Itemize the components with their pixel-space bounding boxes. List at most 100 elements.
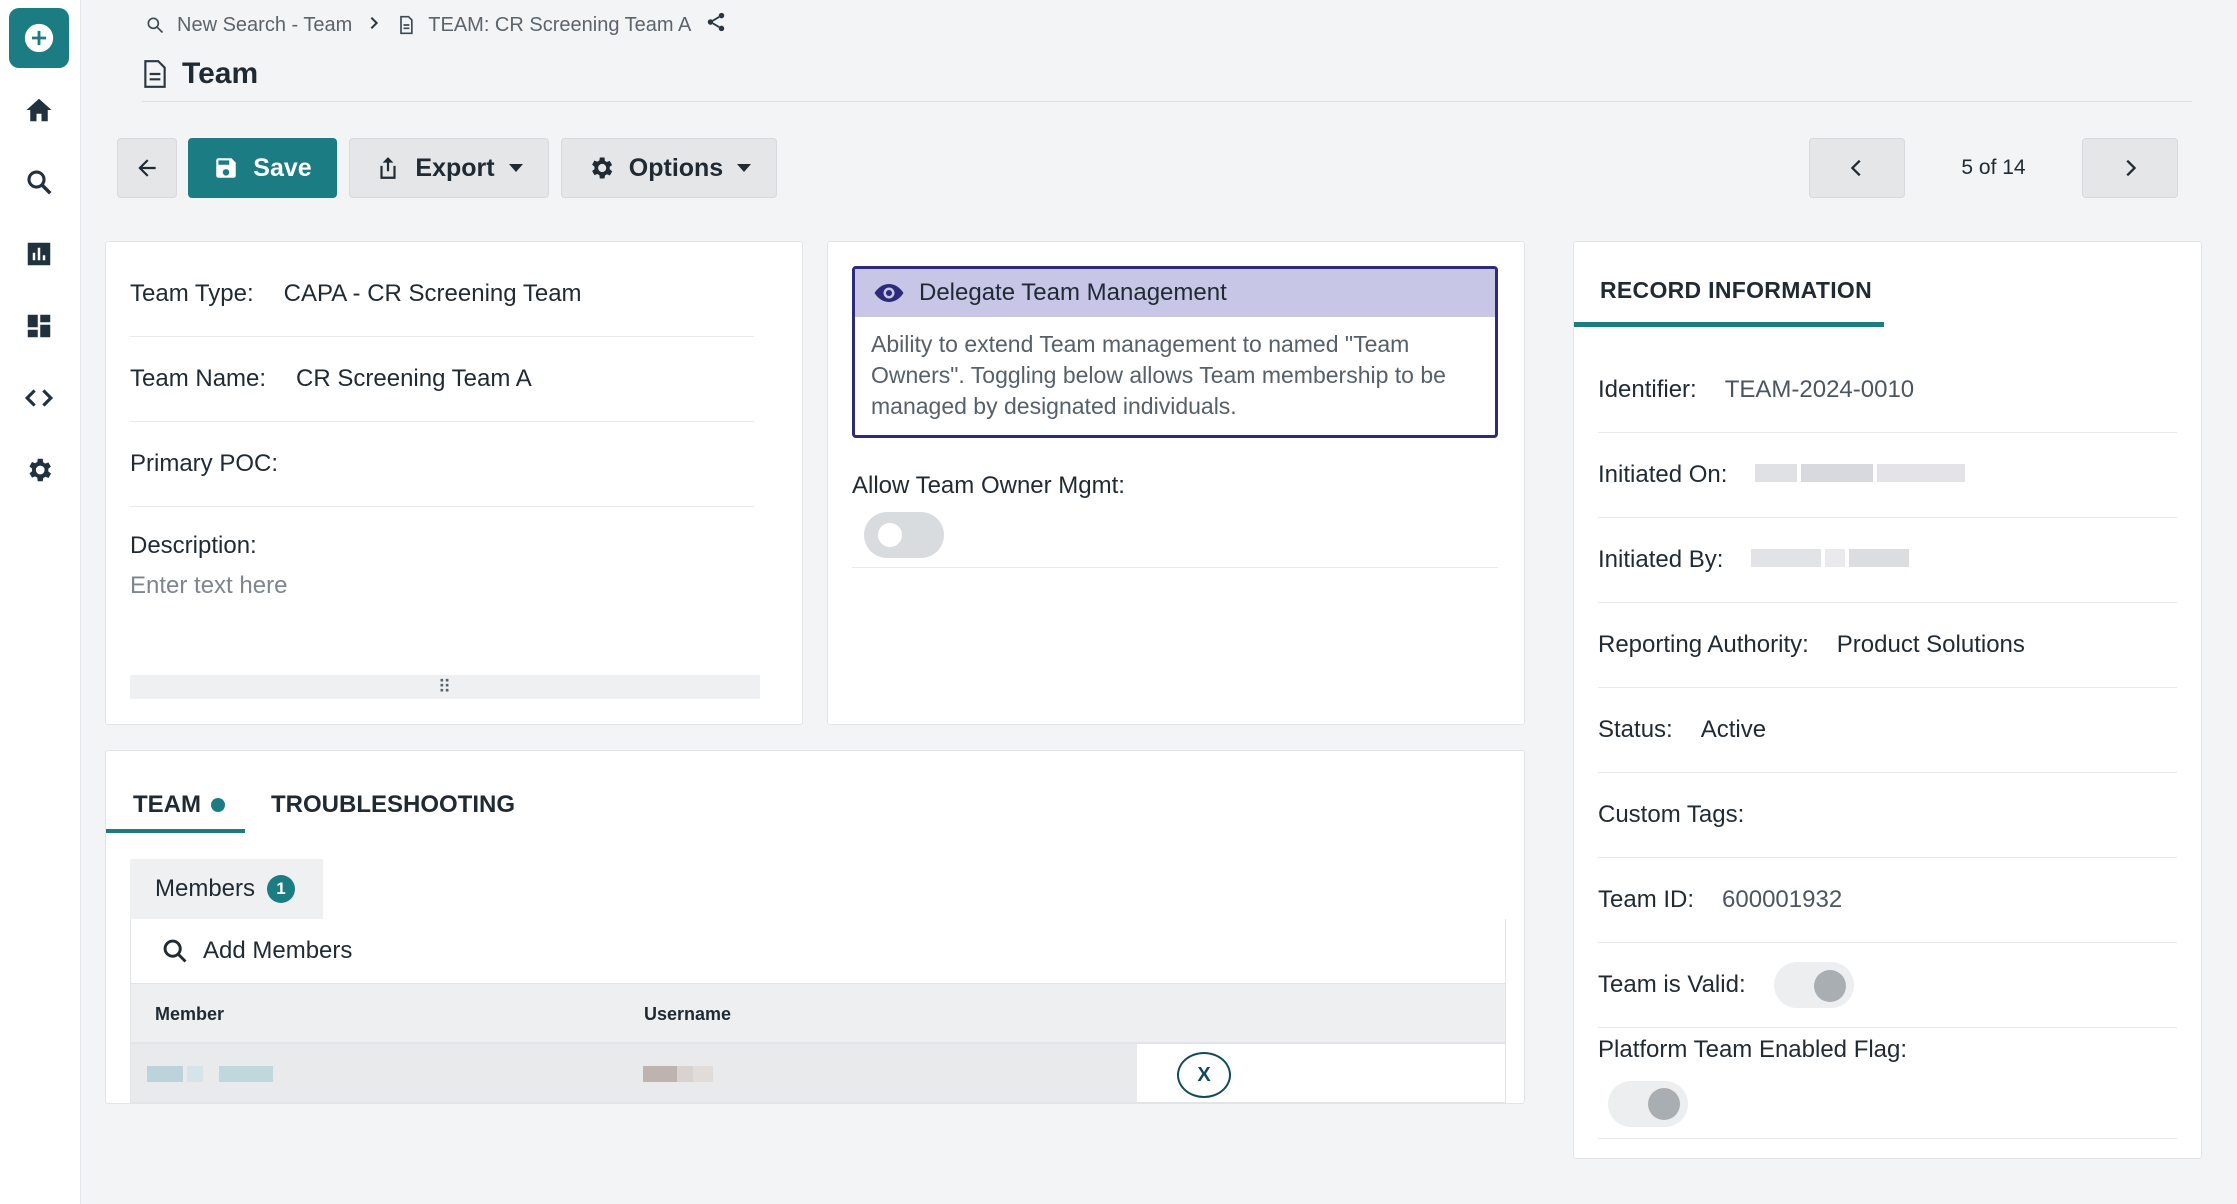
team-valid-toggle[interactable] (1773, 962, 1854, 1008)
share-icon[interactable] (705, 11, 727, 39)
reporting-authority-label: Reporting Authority: (1598, 631, 1809, 658)
initiated-on-label: Initiated On: (1598, 461, 1728, 488)
caret-down-icon (737, 164, 752, 172)
search-icon (163, 939, 187, 963)
team-name-value[interactable]: CR Screening Team A (296, 365, 532, 393)
export-icon (380, 157, 396, 179)
remove-member-button[interactable]: X (1177, 1052, 1231, 1098)
initiated-by-label: Initiated By: (1598, 546, 1724, 573)
description-input[interactable]: Enter text here (130, 572, 287, 600)
members-label: Members (155, 875, 256, 902)
redacted-text (187, 1066, 203, 1082)
toggle-knob (878, 523, 902, 547)
status-value: Active (1700, 716, 1767, 743)
initiated-on-value-redacted (1755, 461, 1969, 489)
delegate-header: Delegate Team Management (855, 269, 1495, 317)
tab-troubleshooting[interactable]: TROUBLESHOOTING (271, 775, 515, 835)
allow-owner-mgmt-toggle[interactable] (864, 512, 944, 558)
custom-tags-field[interactable]: Custom Tags: (1598, 773, 2177, 858)
team-name-field: Team Name: CR Screening Team A (130, 337, 754, 422)
breadcrumb: New Search - Team TEAM: CR Screening Tea… (145, 10, 727, 40)
unsaved-dot-icon (211, 798, 225, 812)
initiated-on-field: Initiated On: (1598, 433, 2177, 518)
redacted-text (147, 1066, 183, 1082)
redacted-text (677, 1066, 693, 1082)
members-table-header: Member Username (130, 983, 1506, 1043)
team-type-value[interactable]: CAPA - CR Screening Team (284, 280, 582, 308)
chevron-right-icon (2126, 159, 2137, 177)
initiated-by-field: Initiated By: (1598, 518, 2177, 603)
delegate-card: Delegate Team Management Ability to exte… (827, 241, 1525, 725)
dashboard-icon[interactable] (9, 296, 69, 356)
identifier-field: Identifier: TEAM-2024-0010 (1598, 348, 2177, 433)
add-members-label: Add Members (203, 937, 353, 964)
breadcrumb-search[interactable]: New Search - Team (145, 14, 352, 37)
identifier-label: Identifier: (1598, 376, 1697, 403)
record-info-title: RECORD INFORMATION (1600, 276, 1873, 303)
description-label: Description: (130, 532, 257, 559)
add-icon[interactable] (9, 8, 69, 68)
team-valid-field: Team is Valid: (1598, 943, 2177, 1028)
team-id-value: 600001932 (1722, 886, 1843, 913)
team-valid-label: Team is Valid: (1598, 971, 1746, 998)
reports-icon[interactable] (9, 224, 69, 284)
search-icon[interactable] (9, 152, 69, 212)
username-cell (621, 1044, 1137, 1102)
back-button[interactable] (117, 138, 177, 198)
table-row: X (130, 1043, 1506, 1103)
export-button[interactable]: Export (349, 138, 549, 198)
primary-poc-field[interactable]: Primary POC: (130, 422, 754, 507)
toggle-knob (1813, 970, 1846, 1002)
document-icon (144, 60, 166, 88)
platform-flag-field: Platform Team Enabled Flag: (1598, 1028, 2177, 1139)
status-label: Status: (1598, 716, 1673, 743)
save-button[interactable]: Save (188, 138, 337, 198)
redacted-text (693, 1066, 713, 1082)
delegate-info-box: Delegate Team Management Ability to exte… (852, 266, 1498, 438)
primary-poc-label: Primary POC: (130, 450, 279, 477)
redacted-text (643, 1066, 677, 1082)
tab-team[interactable]: TEAM (133, 775, 225, 835)
grip-icon: ⠿ (437, 677, 453, 697)
code-icon[interactable] (9, 368, 69, 428)
tab-team-label: TEAM (133, 791, 201, 818)
options-label: Options (628, 153, 724, 182)
breadcrumb-record[interactable]: TEAM: CR Screening Team A (396, 14, 691, 37)
gear-icon (591, 157, 612, 179)
team-type-field: Team Type: CAPA - CR Screening Team (130, 252, 754, 337)
chevron-right-icon (366, 14, 382, 37)
platform-flag-toggle[interactable] (1608, 1081, 1688, 1127)
divider (852, 567, 1498, 568)
member-cell (131, 1044, 621, 1102)
options-button[interactable]: Options (561, 138, 777, 198)
record-information-card: RECORD INFORMATION Identifier: TEAM-2024… (1573, 241, 2202, 1159)
add-members-button[interactable]: Add Members (130, 919, 1506, 983)
redacted-text (219, 1066, 273, 1082)
status-field: Status: Active (1598, 688, 2177, 773)
team-id-field: Team ID: 600001932 (1598, 858, 2177, 943)
settings-icon[interactable] (9, 440, 69, 500)
reporting-authority-value[interactable]: Product Solutions (1837, 631, 2025, 659)
team-details-card: Team Type: CAPA - CR Screening Team Team… (105, 241, 803, 725)
identifier-value: TEAM-2024-0010 (1724, 376, 1915, 403)
reporting-authority-field: Reporting Authority: Product Solutions (1598, 603, 2177, 688)
document-icon (400, 15, 413, 35)
description-resize-handle[interactable]: ⠿ (130, 675, 760, 699)
members-count-badge: 1 (267, 875, 296, 903)
next-record-button[interactable] (2082, 138, 2178, 198)
chevron-left-icon (1850, 159, 1861, 177)
page-title: Team (142, 54, 258, 94)
save-label: Save (253, 153, 312, 182)
breadcrumb-search-label: New Search - Team (177, 13, 353, 36)
save-icon (216, 158, 237, 178)
column-username[interactable]: Username (644, 1004, 731, 1025)
previous-record-button[interactable] (1809, 138, 1905, 198)
breadcrumb-record-label: TEAM: CR Screening Team A (428, 13, 692, 36)
header-divider (142, 101, 2192, 102)
home-icon[interactable] (9, 80, 69, 140)
record-info-underline (1574, 322, 1884, 327)
members-subtab[interactable]: Members 1 (130, 859, 323, 919)
column-member[interactable]: Member (155, 1004, 224, 1025)
sidebar (0, 0, 81, 1204)
export-label: Export (415, 153, 495, 182)
